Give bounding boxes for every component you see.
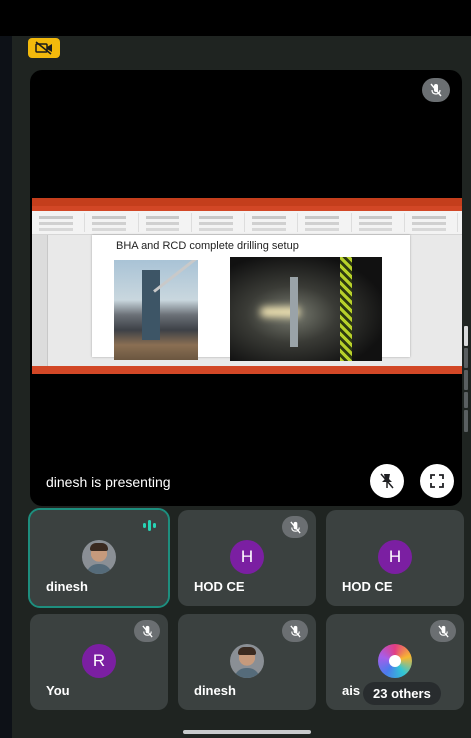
mic-off-icon xyxy=(282,516,308,538)
editor-area: BHA and RCD complete drilling setup xyxy=(32,235,462,366)
status-bar xyxy=(0,0,471,36)
app-title-bar xyxy=(32,198,462,206)
camera-off-icon[interactable] xyxy=(28,38,60,58)
mic-off-icon xyxy=(430,620,456,642)
participant-name: HOD CE xyxy=(342,579,393,594)
stop-presenting-button[interactable] xyxy=(370,464,404,498)
mic-off-icon xyxy=(422,78,450,102)
avatar: H xyxy=(230,540,264,574)
rig-photo-night xyxy=(230,257,382,361)
page-indicator xyxy=(464,410,468,432)
others-button[interactable]: 23 others xyxy=(363,682,441,705)
presentation-stage[interactable]: BHA and RCD complete drilling setup dine… xyxy=(30,70,462,506)
slide-thumbnails xyxy=(32,235,48,366)
ribbon-toolbar xyxy=(32,211,462,235)
home-indicator[interactable] xyxy=(183,730,311,734)
presenter-label: dinesh is presenting xyxy=(46,474,171,490)
participant-tile[interactable]: dinesh xyxy=(178,614,316,710)
avatar: R xyxy=(82,644,116,678)
avatar: H xyxy=(378,540,412,574)
slide-title: BHA and RCD complete drilling setup xyxy=(116,240,299,252)
rig-photo-day xyxy=(114,260,198,360)
mic-off-icon xyxy=(134,620,160,642)
avatar xyxy=(230,644,264,678)
participant-tile[interactable]: H HOD CE xyxy=(326,510,464,606)
fullscreen-button[interactable] xyxy=(420,464,454,498)
participant-tile[interactable]: R You xyxy=(30,614,168,710)
participant-name: dinesh xyxy=(46,579,88,594)
current-slide: BHA and RCD complete drilling setup xyxy=(92,235,410,361)
shared-screen: BHA and RCD complete drilling setup xyxy=(32,198,462,374)
speaking-indicator-icon xyxy=(143,520,156,531)
participant-name: ais xyxy=(342,683,361,698)
participant-name: dinesh xyxy=(194,683,236,698)
page-indicator xyxy=(464,370,468,390)
pin-off-icon xyxy=(380,473,394,489)
participant-tile[interactable]: dinesh xyxy=(28,508,170,608)
participant-name: HOD CE xyxy=(194,579,245,594)
participant-tile[interactable]: H HOD CE xyxy=(178,510,316,606)
page-indicator xyxy=(464,348,468,368)
fullscreen-icon xyxy=(430,474,444,488)
mic-off-icon xyxy=(282,620,308,642)
page-indicator-active xyxy=(464,326,468,346)
avatar xyxy=(82,540,116,574)
avatar xyxy=(378,644,412,678)
app-status-bar xyxy=(32,366,462,374)
participant-name: You xyxy=(46,683,70,698)
page-indicator xyxy=(464,392,468,408)
